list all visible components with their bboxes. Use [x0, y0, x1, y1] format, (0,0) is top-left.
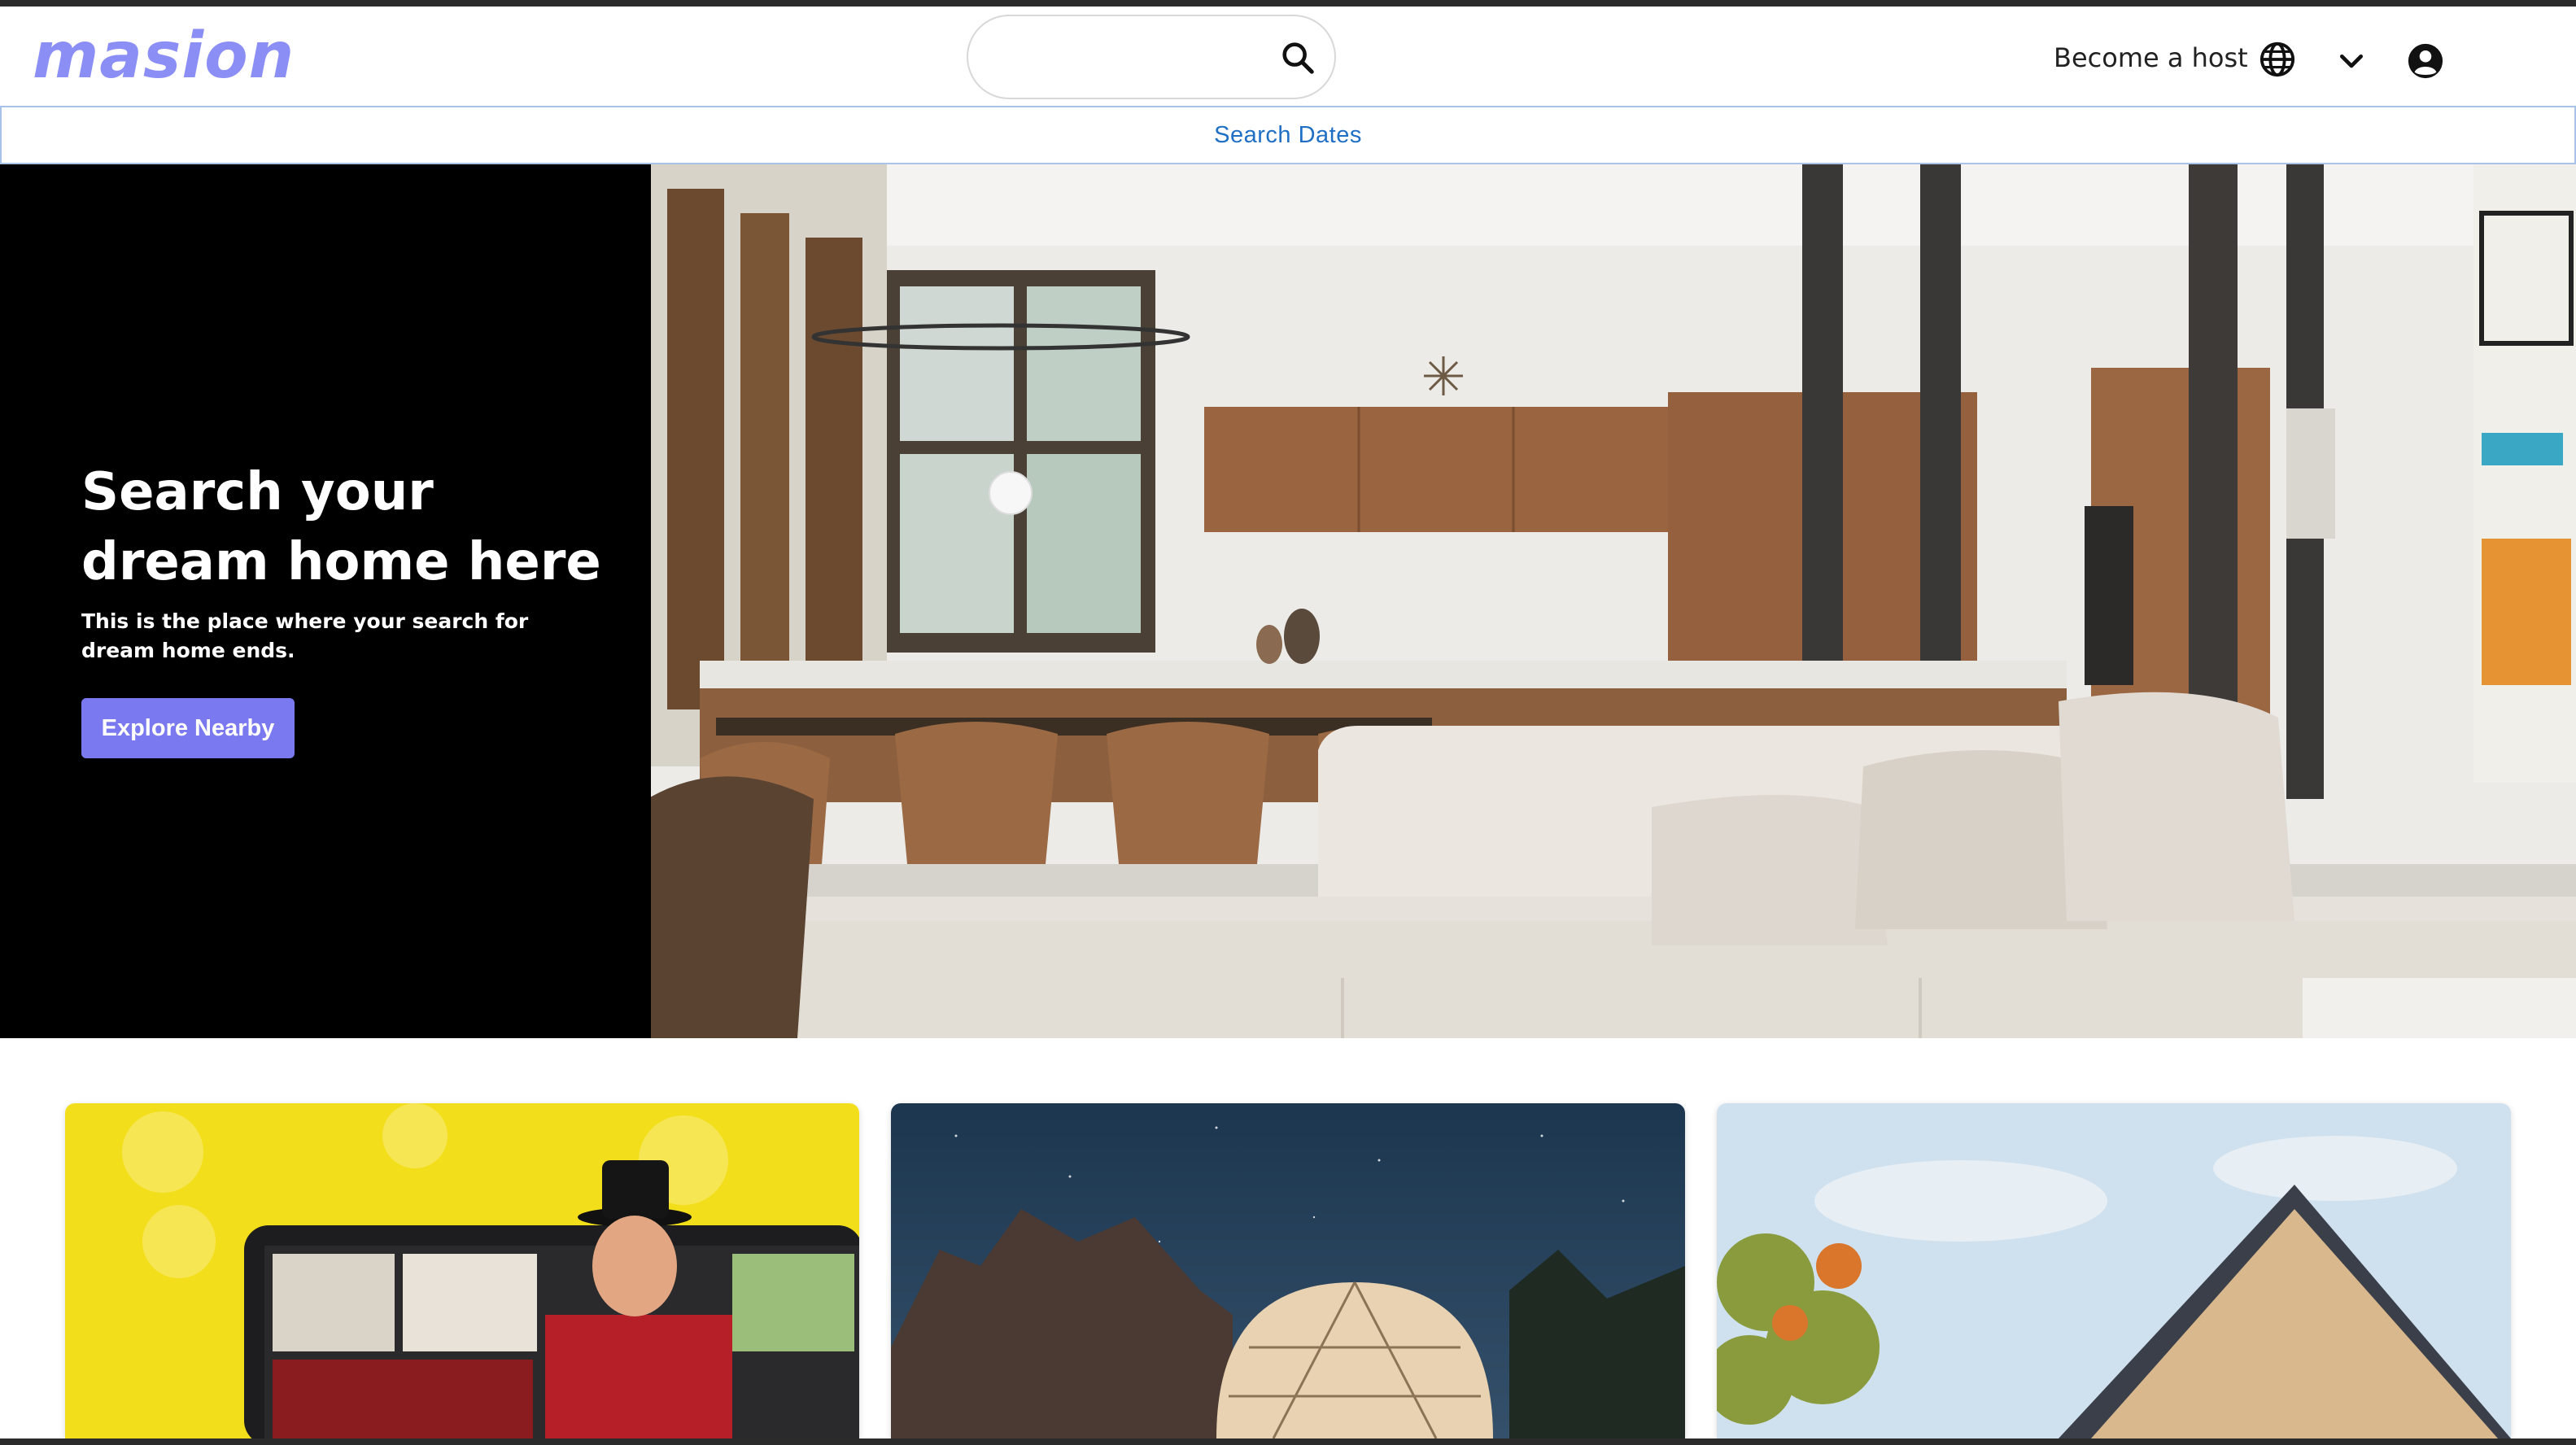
hero-panel: Search your dream home here This is the …	[0, 164, 651, 1038]
search-dates-button[interactable]: Search Dates	[0, 106, 2576, 164]
hero-title: Search your dream home here	[81, 462, 601, 592]
search-dates-label: Search Dates	[1214, 121, 1362, 148]
card-online-experiences[interactable]	[65, 1103, 859, 1438]
search-input[interactable]	[998, 34, 1261, 81]
search-bar[interactable]	[967, 15, 1336, 99]
site-header: masion Become a host	[0, 7, 2576, 106]
card-cabin-stay[interactable]	[1717, 1103, 2511, 1438]
globe-icon[interactable]	[2259, 41, 2296, 78]
become-host-link[interactable]: Become a host	[2054, 42, 2248, 73]
card-image	[65, 1103, 859, 1438]
card-image	[1717, 1103, 2511, 1438]
search-icon[interactable]	[1279, 39, 1316, 76]
hero-subtitle: This is the place where your search for …	[81, 609, 529, 662]
logo[interactable]: masion	[33, 20, 295, 93]
hero-image	[651, 164, 2576, 1038]
account-icon[interactable]	[2407, 42, 2444, 80]
card-image	[891, 1103, 1685, 1438]
card-dome-stay[interactable]	[891, 1103, 1685, 1438]
explore-nearby-button[interactable]: Explore Nearby	[81, 698, 295, 758]
chevron-down-icon[interactable]	[2335, 46, 2368, 78]
window-bottom-border	[0, 1438, 2576, 1445]
window-top-border	[0, 0, 2576, 7]
